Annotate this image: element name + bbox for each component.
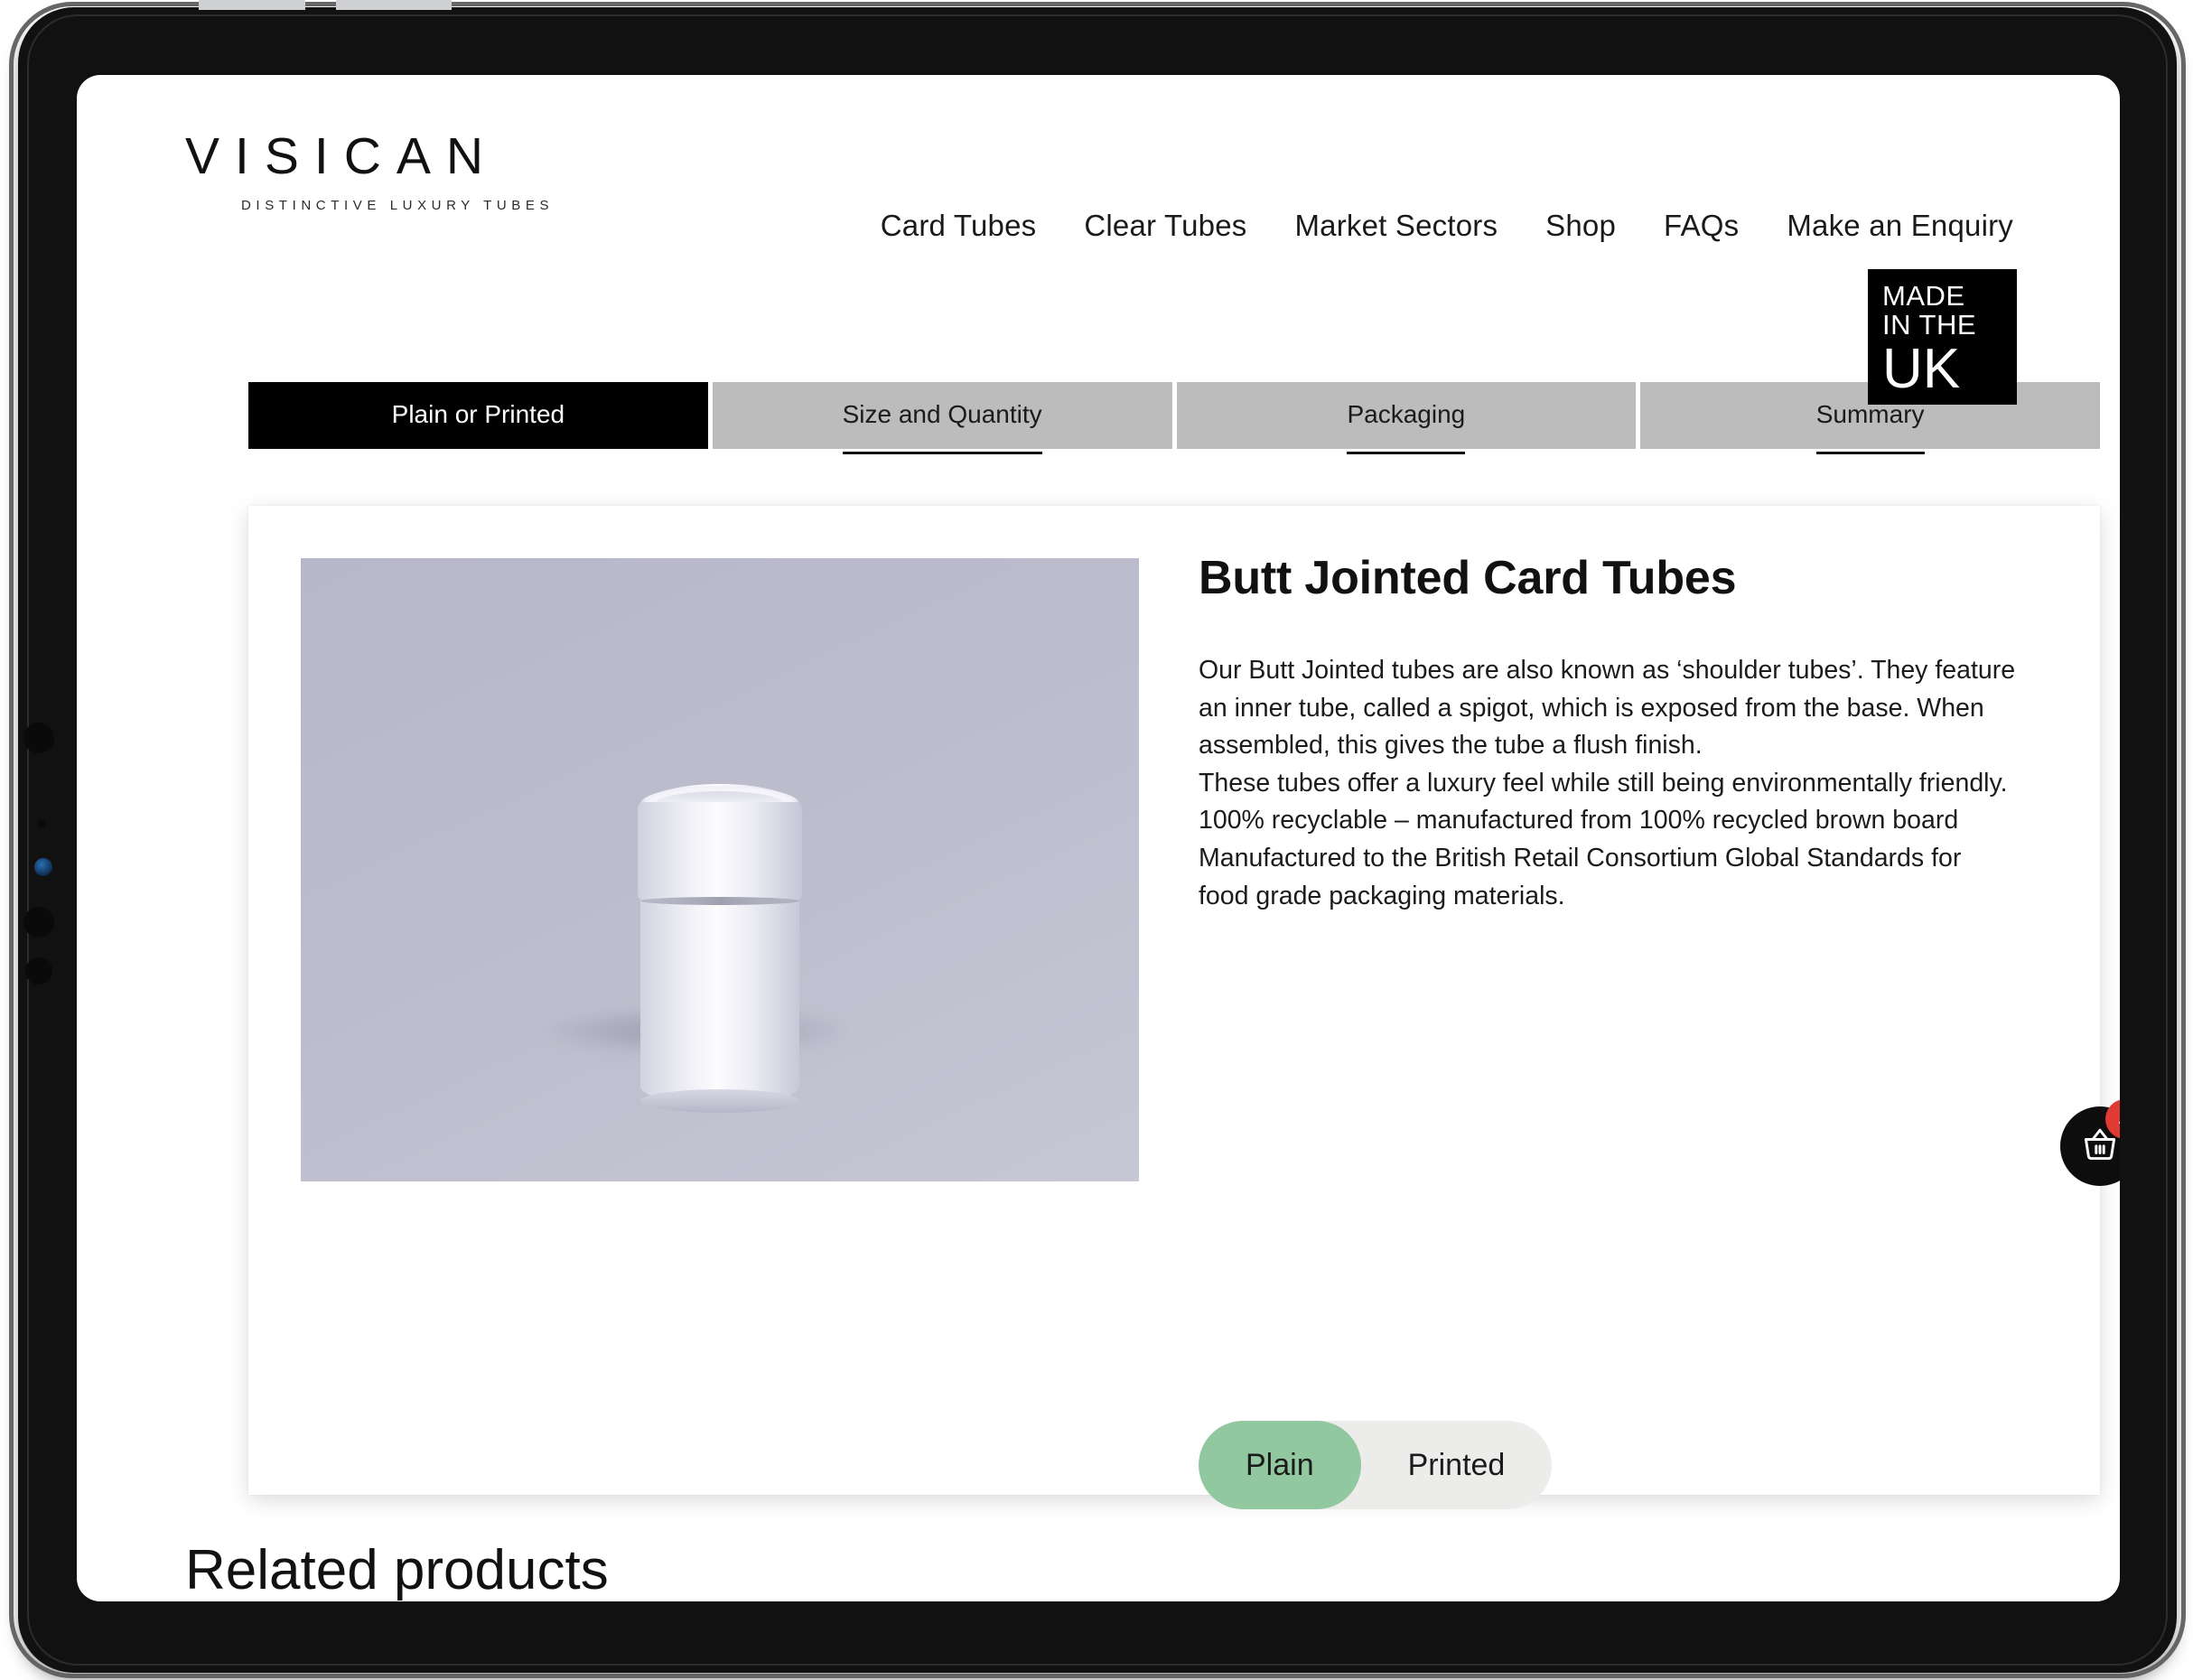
brand-tagline: DISTINCTIVE LUXURY TUBES (241, 198, 555, 213)
made-in-uk-line-2: IN THE (1882, 308, 1977, 341)
tablet-device-frame: VISICAN DISTINCTIVE LUXURY TUBES Card Tu… (9, 0, 2186, 1678)
device-speaker-hole-top (23, 723, 54, 753)
product-image[interactable] (301, 558, 1139, 1181)
device-top-button-2[interactable] (336, 0, 452, 10)
browser-viewport: VISICAN DISTINCTIVE LUXURY TUBES Card Tu… (77, 75, 2120, 1601)
finish-toggle-group: Plain Printed (1199, 1421, 1553, 1509)
tab-plain-or-printed-label: Plain or Printed (391, 400, 565, 428)
tab-packaging[interactable]: Packaging (1176, 382, 1637, 454)
tab-plain-or-printed[interactable]: Plain or Printed (248, 382, 708, 449)
tab-summary-label: Summary (1815, 400, 1925, 454)
tab-size-and-quantity[interactable]: Size and Quantity (712, 382, 1172, 454)
configurator-step-tabs: Plain or Printed Size and Quantity Packa… (248, 382, 2100, 454)
product-description-paragraph-3: 100% recyclable – manufactured from 100%… (1199, 806, 1959, 835)
nav-item-clear-tubes[interactable]: Clear Tubes (1084, 209, 1246, 243)
device-front-camera (34, 858, 52, 876)
finish-option-plain[interactable]: Plain (1199, 1421, 1361, 1509)
finish-option-printed[interactable]: Printed (1361, 1421, 1553, 1509)
nav-item-card-tubes[interactable]: Card Tubes (881, 209, 1037, 243)
product-title: Butt Jointed Card Tubes (1199, 552, 1737, 604)
site-header: VISICAN DISTINCTIVE LUXURY TUBES Card Tu… (77, 75, 2120, 310)
brand-wordmark: VISICAN (185, 127, 499, 185)
related-products-section: Related products (77, 1538, 2120, 1601)
made-in-uk-badge: MADE IN THE UK (1868, 269, 2017, 405)
tab-size-and-quantity-label: Size and Quantity (842, 400, 1042, 454)
tube-body (640, 802, 799, 1105)
product-info: Butt Jointed Card Tubes Our Butt Jointed… (1199, 551, 2016, 915)
brand-logo[interactable]: VISICAN DISTINCTIVE LUXURY TUBES (185, 127, 637, 214)
main-navigation: Card Tubes Clear Tubes Market Sectors Sh… (881, 209, 2013, 243)
configurator-panel: Butt Jointed Card Tubes Our Butt Jointed… (248, 506, 2100, 1509)
device-microphone (38, 820, 45, 827)
device-top-button-1[interactable] (199, 0, 305, 10)
device-speaker-hole-bottom (25, 957, 52, 985)
nav-item-market-sectors[interactable]: Market Sectors (1294, 209, 1498, 243)
device-speaker-hole-middle (23, 907, 54, 938)
nav-item-make-an-enquiry[interactable]: Make an Enquiry (1787, 209, 2013, 243)
product-description-paragraph-2: These tubes offer a luxury feel while st… (1199, 768, 2008, 798)
tab-packaging-label: Packaging (1347, 400, 1465, 454)
basket-widget: 4 (2060, 1099, 2120, 1186)
nav-item-shop[interactable]: Shop (1545, 209, 1616, 243)
product-description-paragraph-1: Our Butt Jointed tubes are also known as… (1199, 656, 2016, 761)
made-in-uk-line-1: MADE (1882, 280, 1965, 312)
tube-seam (640, 897, 799, 905)
tube-base (640, 1089, 799, 1113)
product-description-paragraph-4: Manufactured to the British Retail Conso… (1199, 844, 1962, 910)
made-in-uk-line-3: UK (1882, 338, 1961, 401)
nav-item-faqs[interactable]: FAQs (1664, 209, 1739, 243)
related-products-heading: Related products (185, 1539, 609, 1601)
